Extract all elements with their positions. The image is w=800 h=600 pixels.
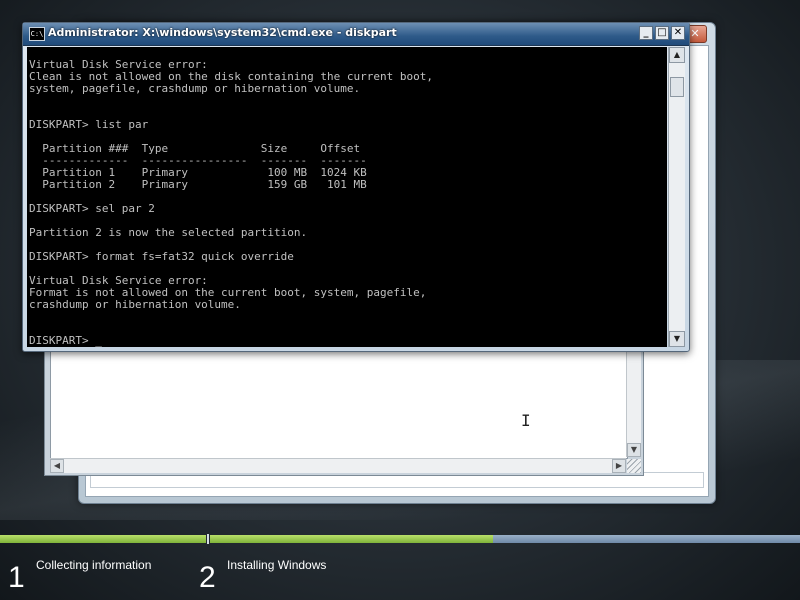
scroll-right-arrow-icon[interactable]: ▶ bbox=[612, 459, 626, 473]
step-label: Installing Windows bbox=[227, 558, 327, 572]
console-line: DISKPART> sel par 2 bbox=[29, 202, 155, 215]
step-number: 1 bbox=[8, 561, 25, 594]
scroll-down-arrow-icon[interactable]: ▼ bbox=[669, 331, 685, 347]
progress-divider bbox=[207, 534, 209, 544]
maximize-button[interactable]: □ bbox=[655, 26, 669, 40]
console-line: DISKPART> _ bbox=[29, 334, 102, 347]
progress-step-2-fill bbox=[210, 535, 494, 543]
scroll-up-arrow-icon[interactable]: ▲ bbox=[669, 47, 685, 63]
ibeam-cursor-icon: I bbox=[521, 411, 531, 430]
console-vertical-scrollbar[interactable]: ▲ ▼ bbox=[668, 47, 685, 347]
scrollbar-thumb[interactable] bbox=[670, 77, 684, 97]
progress-step-1 bbox=[0, 535, 206, 543]
setup-progress-bar bbox=[0, 534, 800, 544]
console-line: Partition 2 Primary 159 GB 101 MB bbox=[29, 178, 367, 191]
window-controls: _ □ ✕ bbox=[639, 26, 685, 41]
cmd-window: C:\ Administrator: X:\windows\system32\c… bbox=[22, 22, 690, 352]
minimize-button[interactable]: _ bbox=[639, 26, 653, 40]
step-number: 2 bbox=[199, 561, 216, 594]
console-output[interactable]: Virtual Disk Service error: Clean is not … bbox=[27, 47, 667, 347]
console-line: DISKPART> format fs=fat32 quick override bbox=[29, 250, 294, 263]
progress-step-2 bbox=[210, 535, 800, 543]
close-button[interactable]: ✕ bbox=[671, 26, 685, 40]
step-label: Collecting information bbox=[36, 558, 152, 572]
resize-grip-icon[interactable] bbox=[627, 459, 641, 473]
scroll-down-arrow-icon[interactable]: ▼ bbox=[627, 443, 641, 457]
console-line: system, pagefile, crashdump or hibernati… bbox=[29, 82, 361, 95]
console-line: Partition 2 is now the selected partitio… bbox=[29, 226, 308, 239]
cmd-window-title: Administrator: X:\windows\system32\cmd.e… bbox=[48, 26, 397, 39]
scroll-left-arrow-icon[interactable]: ◀ bbox=[50, 459, 64, 473]
cmd-titlebar[interactable]: C:\ Administrator: X:\windows\system32\c… bbox=[23, 23, 689, 46]
text-area-horizontal-scrollbar[interactable]: ◀ ▶ bbox=[50, 458, 626, 473]
console-line: DISKPART> list par bbox=[29, 118, 149, 131]
cmd-app-icon[interactable]: C:\ bbox=[29, 27, 45, 41]
console-line: crashdump or hibernation volume. bbox=[29, 298, 241, 311]
